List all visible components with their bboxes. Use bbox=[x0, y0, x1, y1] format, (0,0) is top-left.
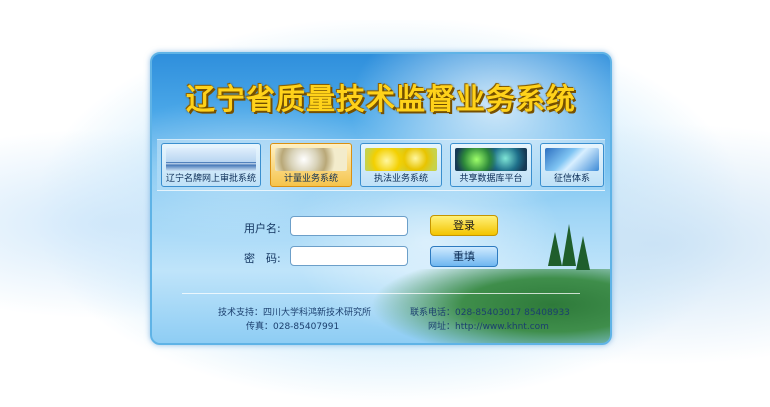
yellow-bubbles-image bbox=[365, 148, 437, 171]
tech-support-text: 技术支持：四川大学科鸿新技术研究所 bbox=[218, 308, 372, 318]
green-cells-image bbox=[455, 148, 527, 171]
password-input[interactable] bbox=[290, 246, 408, 266]
login-button[interactable]: 登录 bbox=[430, 215, 498, 236]
blue-lights-image bbox=[545, 148, 599, 171]
tab-label: 计量业务系统 bbox=[283, 174, 338, 184]
footer-divider bbox=[182, 293, 580, 294]
tab-metrology[interactable]: 计量业务系统 bbox=[270, 143, 352, 187]
password-label: 密 码: bbox=[244, 252, 281, 265]
system-tabs: 辽宁名牌网上审批系统 计量业务系统 执法业务系统 共享数据库平台 征信体系 bbox=[157, 139, 605, 191]
page-title: 辽宁省质量技术监督业务系统 bbox=[185, 82, 576, 116]
tab-brand-approval[interactable]: 辽宁名牌网上审批系统 bbox=[161, 143, 261, 187]
website-link[interactable]: 网址：http://www.khnt.com bbox=[428, 319, 549, 332]
people-walkway-image bbox=[166, 148, 256, 171]
tree-3 bbox=[576, 236, 590, 270]
tab-shared-database[interactable]: 共享数据库平台 bbox=[450, 143, 532, 187]
fax-text: 传真：028-85407991 bbox=[246, 322, 340, 332]
tree-1 bbox=[548, 232, 562, 266]
username-input[interactable] bbox=[290, 216, 408, 236]
tab-label: 执法业务系统 bbox=[373, 174, 428, 184]
gears-ruler-image bbox=[275, 148, 347, 171]
login-panel: 辽宁省质量技术监督业务系统 辽宁名牌网上审批系统 计量业务系统 执法业务系统 共… bbox=[150, 52, 612, 345]
username-label: 用户名: bbox=[244, 222, 281, 235]
reset-button[interactable]: 重填 bbox=[430, 246, 498, 267]
tab-label: 征信体系 bbox=[553, 174, 590, 184]
tab-credit-system[interactable]: 征信体系 bbox=[540, 143, 604, 187]
tree-2 bbox=[562, 224, 576, 266]
phone-text: 联系电话：028-85403017 85408933 bbox=[410, 308, 570, 318]
tab-label: 辽宁名牌网上审批系统 bbox=[165, 174, 256, 184]
tab-law-enforcement[interactable]: 执法业务系统 bbox=[360, 143, 442, 187]
tab-label: 共享数据库平台 bbox=[459, 174, 523, 184]
